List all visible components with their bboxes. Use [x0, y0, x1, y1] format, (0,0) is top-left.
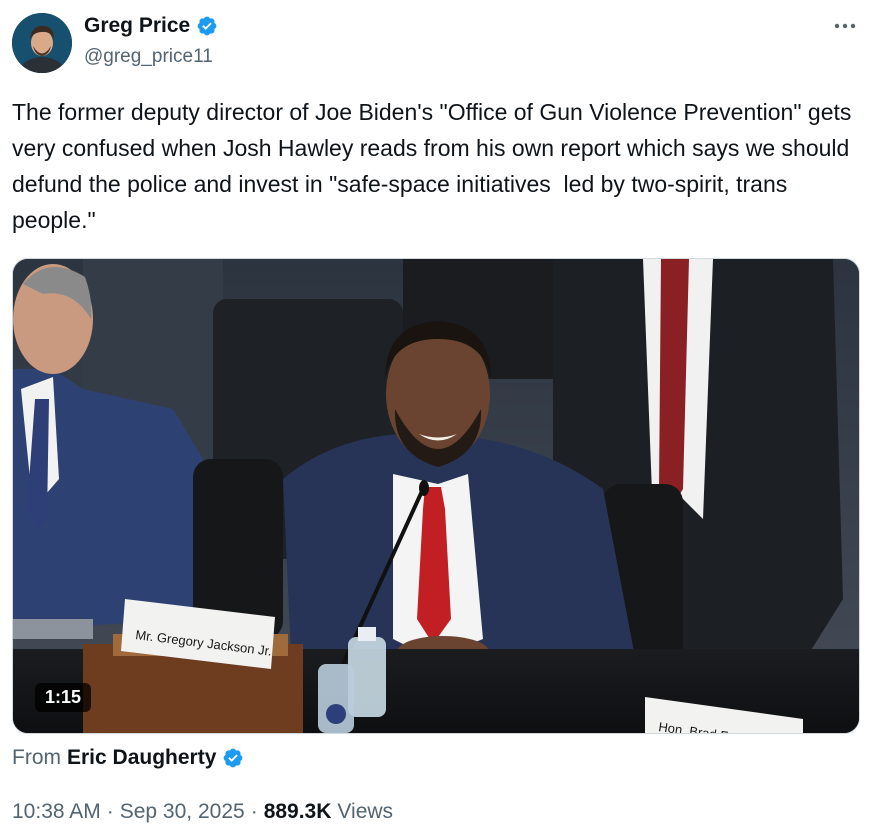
more-options-icon[interactable]	[832, 16, 858, 36]
verified-badge-icon	[223, 748, 243, 768]
views-label: Views	[337, 800, 394, 823]
tweet-date[interactable]: Sep 30, 2025	[120, 800, 245, 824]
avatar-image	[12, 13, 72, 73]
video-attribution: From Eric Daugherty	[12, 746, 244, 770]
author-handle[interactable]: @greg_price11	[84, 46, 213, 68]
tweet-text: The former deputy director of Joe Biden'…	[12, 99, 858, 233]
tweet-time[interactable]: 10:38 AM	[12, 800, 101, 824]
author-avatar[interactable]	[12, 13, 72, 73]
tweet-meta: 10:38 AM · Sep 30, 2025 · 889.3K Views	[12, 800, 393, 824]
views-count: 889.3K	[263, 800, 332, 823]
video-player[interactable]: Mr. Gregory Jackson Jr. Hon. Brad F... 1…	[12, 258, 860, 734]
author-name-row[interactable]: Greg Price	[84, 14, 218, 38]
video-duration-badge: 1:15	[35, 683, 92, 712]
attribution-label: From	[12, 746, 61, 769]
verified-badge-icon	[197, 16, 217, 36]
meta-separator: ·	[106, 800, 114, 823]
video-frame: Mr. Gregory Jackson Jr. Hon. Brad F...	[13, 259, 859, 733]
author-display-name[interactable]: Greg Price	[84, 14, 190, 38]
meta-separator: ·	[250, 800, 258, 823]
attribution-name[interactable]: Eric Daugherty	[67, 746, 216, 770]
